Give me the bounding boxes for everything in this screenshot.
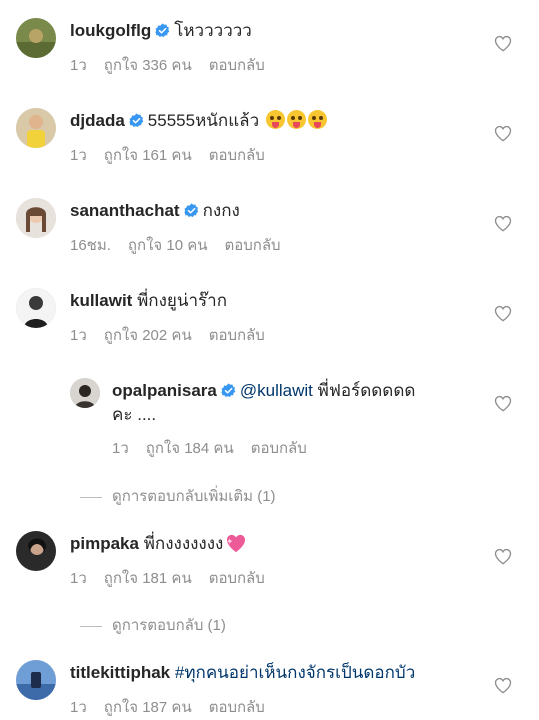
heart-outline-icon[interactable] (494, 677, 512, 694)
timestamp: 1ว (70, 570, 87, 587)
reply-text-continued: คะ .... (112, 405, 157, 424)
divider (80, 625, 102, 627)
verified-badge-icon (129, 113, 144, 128)
reply-button[interactable]: ตอบกลับ (209, 570, 265, 587)
heart-outline-icon[interactable] (494, 35, 512, 52)
username[interactable]: opalpanisara (112, 381, 217, 400)
comment-text-line: sananthachat กงกง (70, 200, 240, 222)
verified-badge-icon (221, 383, 236, 398)
comment-meta: 1ว ถูกใจ 161 คน ตอบกลับ (70, 143, 282, 167)
reply-meta: 1ว ถูกใจ 184 คน ตอบกลับ (112, 436, 324, 460)
reply-text: พี่ฟอร์ดดดดด (317, 381, 416, 400)
view-replies-label: ดูการตอบกลับ (1) (112, 617, 226, 634)
like-count[interactable]: ถูกใจ 181 คน (104, 570, 192, 587)
comment-meta: 1ว ถูกใจ 336 คน ตอบกลับ (70, 53, 282, 77)
reply-button[interactable]: ตอบกลับ (225, 237, 281, 254)
timestamp: 1ว (112, 440, 129, 457)
sparkling-heart-emoji (227, 534, 246, 553)
like-count[interactable]: ถูกใจ 336 คน (104, 57, 192, 74)
username[interactable]: sananthachat (70, 201, 180, 220)
reply-text-line-2: คะ .... (112, 404, 156, 426)
heart-outline-icon[interactable] (494, 548, 512, 565)
comment-meta: 1ว ถูกใจ 187 คน ตอบกลับ (70, 695, 282, 719)
timestamp: 1ว (70, 57, 87, 74)
comment-text-line: pimpaka พี่กงงงงงงง (70, 533, 247, 555)
verified-badge-icon (155, 23, 170, 38)
reply-button[interactable]: ตอบกลับ (209, 57, 265, 74)
timestamp: 1ว (70, 699, 87, 716)
heart-outline-icon[interactable] (494, 125, 512, 142)
avatar[interactable] (16, 108, 56, 148)
comment-text-line: titlekittiphak #ทุกคนอย่าเห็นกงจักรเป็นด… (70, 662, 415, 684)
comment-text-line: loukgolflg โหวววววว (70, 20, 252, 42)
hashtag-link[interactable]: #ทุกคนอย่าเห็นกงจักรเป็นดอกบัว (175, 663, 415, 682)
reply-button[interactable]: ตอบกลับ (251, 440, 307, 457)
like-count[interactable]: ถูกใจ 10 คน (128, 237, 208, 254)
reply-button[interactable]: ตอบกลับ (209, 699, 265, 716)
timestamp: 1ว (70, 147, 87, 164)
username[interactable]: pimpaka (70, 534, 139, 553)
zany-face-emoji (307, 110, 327, 129)
view-more-replies-label: ดูการตอบกลับเพิ่มเติม (1) (112, 488, 276, 505)
reply-button[interactable]: ตอบกลับ (209, 327, 265, 344)
mention-link[interactable]: @kullawit (240, 381, 313, 400)
username[interactable]: djdada (70, 111, 125, 130)
zany-face-emoji (265, 110, 285, 129)
comment-text-line: djdada 55555หนักแล้ว (70, 110, 327, 132)
like-count[interactable]: ถูกใจ 202 คน (104, 327, 192, 344)
avatar[interactable] (16, 531, 56, 571)
comment-meta: 1ว ถูกใจ 181 คน ตอบกลับ (70, 566, 282, 590)
view-replies-button[interactable]: ดูการตอบกลับ (1) (80, 613, 226, 637)
zany-face-emoji (286, 110, 306, 129)
username[interactable]: loukgolflg (70, 21, 151, 40)
reply-button[interactable]: ตอบกลับ (209, 147, 265, 164)
like-count[interactable]: ถูกใจ 184 คน (146, 440, 234, 457)
comment-text: โหวววววว (174, 21, 252, 40)
reply-text-line: opalpanisara @kullawit พี่ฟอร์ดดดดด (112, 380, 415, 402)
like-count[interactable]: ถูกใจ 161 คน (104, 147, 192, 164)
comment-meta: 1ว ถูกใจ 202 คน ตอบกลับ (70, 323, 282, 347)
avatar[interactable] (16, 18, 56, 58)
comment-text: กงกง (202, 201, 240, 220)
divider (80, 496, 102, 498)
heart-outline-icon[interactable] (494, 305, 512, 322)
username[interactable]: titlekittiphak (70, 663, 170, 682)
view-more-replies-button[interactable]: ดูการตอบกลับเพิ่มเติม (1) (80, 484, 276, 508)
timestamp: 16ชม. (70, 237, 111, 254)
heart-outline-icon[interactable] (494, 215, 512, 232)
like-count[interactable]: ถูกใจ 187 คน (104, 699, 192, 716)
comment-text: 55555หนักแล้ว (147, 111, 260, 130)
verified-badge-icon (184, 203, 199, 218)
comment-text: พี่กงงงงงงง (143, 534, 224, 553)
comment-text: พี่กงยูน่าร๊าก (137, 291, 227, 310)
username[interactable]: kullawit (70, 291, 132, 310)
avatar[interactable] (16, 660, 56, 700)
comment-meta: 16ชม. ถูกใจ 10 คน ตอบกลับ (70, 233, 298, 257)
avatar[interactable] (16, 288, 56, 328)
timestamp: 1ว (70, 327, 87, 344)
avatar[interactable] (16, 198, 56, 238)
avatar[interactable] (70, 378, 100, 408)
heart-outline-icon[interactable] (494, 395, 512, 412)
comment-text-line: kullawit พี่กงยูน่าร๊าก (70, 290, 227, 312)
